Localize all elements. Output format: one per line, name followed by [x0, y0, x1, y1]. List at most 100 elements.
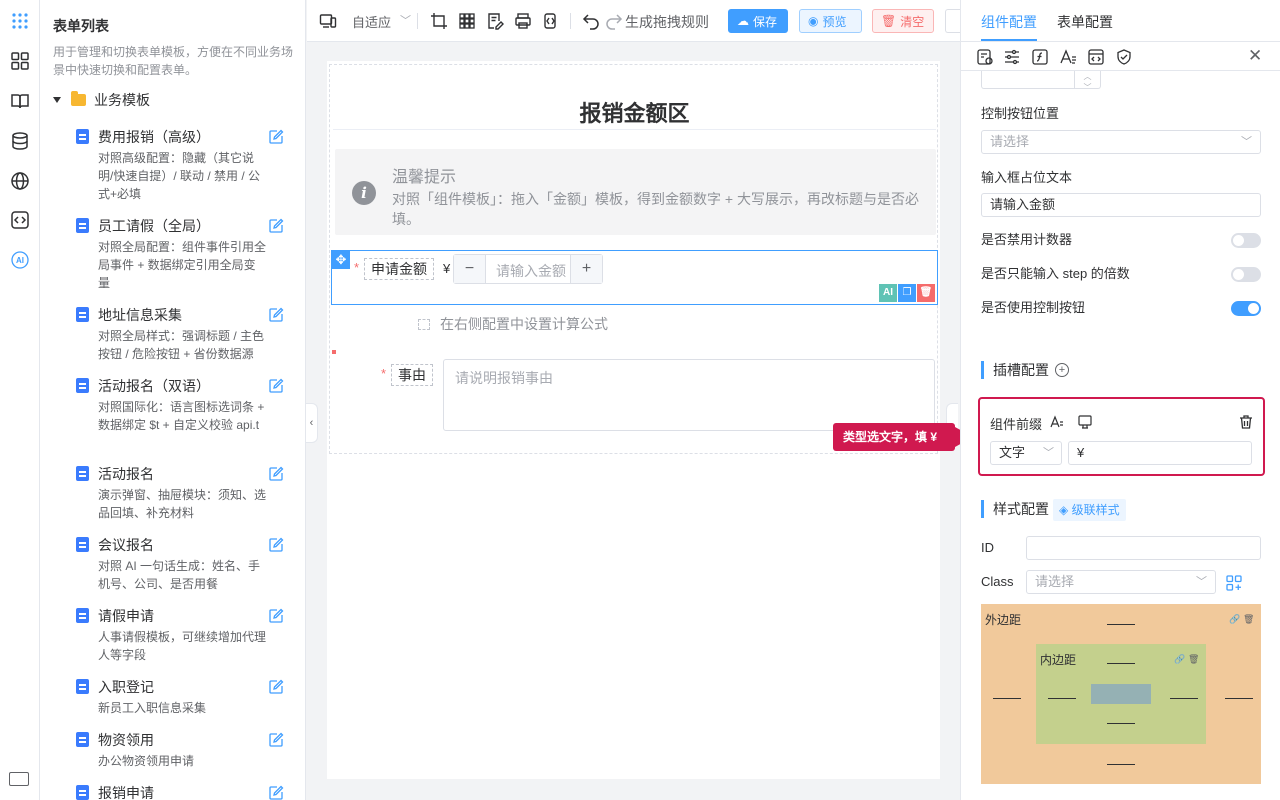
keyboard-icon[interactable]: [9, 772, 29, 786]
edit-icon[interactable]: [268, 732, 284, 748]
section-title-block[interactable]: 报销金额区: [333, 68, 936, 130]
link-icon[interactable]: 🔗: [1229, 614, 1240, 625]
disable-counter-switch[interactable]: [1231, 233, 1261, 248]
margin-top-input[interactable]: [1107, 624, 1135, 625]
document-icon: [76, 307, 89, 322]
class-manage-icon[interactable]: [1225, 574, 1243, 592]
increment-button[interactable]: +: [570, 255, 602, 283]
padding-bottom-input[interactable]: [1107, 723, 1135, 724]
delete-icon[interactable]: 🗑: [917, 284, 935, 302]
margin-bottom-input[interactable]: [1107, 764, 1135, 765]
edit-icon[interactable]: [268, 466, 284, 482]
add-slot-icon[interactable]: +: [1055, 363, 1069, 377]
book-icon[interactable]: [9, 90, 31, 112]
config-subtoolbar: ✕: [961, 43, 1280, 71]
tab-component-config[interactable]: 组件配置: [981, 12, 1037, 32]
edit-icon[interactable]: [268, 307, 284, 323]
icon-rail: AI: [0, 0, 40, 800]
form-canvas: 报销金额区 i 温馨提示 对照「组件模板」：拖入「金额」模板，得到金额数字 + …: [327, 61, 940, 779]
template-desc: 人事请假模板，可继续增加代理人等字段: [98, 630, 267, 662]
edit-icon[interactable]: [268, 218, 284, 234]
function-icon[interactable]: [1031, 48, 1049, 66]
disable-counter-label: 是否禁用计数器: [981, 232, 1073, 247]
padding-top-input[interactable]: [1107, 663, 1135, 664]
device-icon[interactable]: [319, 12, 337, 30]
drag-rule-button[interactable]: 生成拖拽规则: [625, 12, 709, 32]
trash-icon[interactable]: 🗑: [1243, 614, 1254, 625]
link-icon[interactable]: 🔗: [1174, 654, 1185, 665]
document-icon: [76, 129, 89, 144]
slot-value-input[interactable]: ¥: [1068, 441, 1252, 465]
grid-icon[interactable]: [458, 12, 476, 30]
config-panel: 组件配置 表单配置 ✕ ︿ ﹀ 控制按钮位置 请选择 ﹀ 输入框占位文本 请输入金额…: [960, 0, 1280, 800]
stepper-arrows-icon[interactable]: ︿ ﹀: [1074, 71, 1100, 92]
edit-icon[interactable]: [268, 129, 284, 145]
amount-input[interactable]: − 请输入金额 +: [453, 254, 603, 284]
components-icon[interactable]: [9, 50, 31, 72]
class-select[interactable]: 请选择 ﹀: [1026, 570, 1216, 594]
text-style-icon[interactable]: [1049, 414, 1065, 430]
cascade-style-button[interactable]: ◈ 级联样式: [1053, 499, 1126, 521]
step-only-switch[interactable]: [1231, 267, 1261, 282]
database-icon[interactable]: [9, 130, 31, 152]
panel-title: 表单列表: [53, 18, 109, 34]
margin-left-input[interactable]: [993, 698, 1021, 699]
trash-icon[interactable]: 🗑: [1188, 654, 1199, 665]
placeholder-input[interactable]: 请输入金额: [981, 193, 1261, 217]
edit-icon[interactable]: [268, 679, 284, 695]
redo-icon[interactable]: [605, 12, 623, 30]
preview-button[interactable]: ◉ 预览: [799, 9, 862, 33]
sliders-icon[interactable]: [1003, 48, 1021, 66]
delete-slot-icon[interactable]: [1238, 414, 1254, 430]
edit-icon[interactable]: [268, 785, 284, 800]
ai-icon[interactable]: AI: [9, 249, 31, 271]
globe-icon[interactable]: [9, 170, 31, 192]
edit-icon[interactable]: [268, 378, 284, 394]
crop-icon[interactable]: [430, 12, 448, 30]
json-icon[interactable]: [542, 12, 560, 30]
props-icon[interactable]: [976, 48, 994, 66]
edit-doc-icon[interactable]: [486, 12, 504, 30]
padding-left-input[interactable]: [1048, 698, 1076, 699]
group-business-templates[interactable]: 业务模板: [53, 90, 150, 110]
zoom-select[interactable]: 自适应 ﹀: [352, 12, 411, 31]
style-section-label: 样式配置: [993, 501, 1049, 517]
margin-label: 外边距: [985, 613, 1022, 627]
amount-field[interactable]: ✥ * 申请金额 ¥ − 请输入金额 + AI ❐ 🗑: [331, 250, 938, 305]
clear-button[interactable]: 🗑 清空: [872, 9, 934, 33]
decrement-button[interactable]: −: [454, 255, 486, 283]
tip-alert[interactable]: i 温馨提示 对照「组件模板」：拖入「金额」模板，得到金额数字 + 大写展示，再…: [335, 149, 936, 235]
placeholder-value: 请输入金额: [990, 197, 1056, 212]
code-icon[interactable]: [9, 209, 31, 231]
id-input[interactable]: [1026, 536, 1261, 560]
drag-move-icon[interactable]: ✥: [332, 251, 350, 269]
ai-edit-button[interactable]: AI: [879, 284, 897, 302]
close-icon[interactable]: ✕: [1248, 46, 1266, 65]
reason-textarea[interactable]: 请说明报销事由: [443, 359, 935, 431]
slot-component-icon[interactable]: [1077, 414, 1093, 430]
margin-right-input[interactable]: [1225, 698, 1253, 699]
shield-check-icon[interactable]: [1115, 48, 1133, 66]
use-control-switch[interactable]: [1231, 301, 1261, 316]
apps-grid-icon[interactable]: [9, 10, 31, 32]
number-stepper-partial[interactable]: ︿ ﹀: [981, 71, 1101, 92]
save-button[interactable]: ☁ 保存: [728, 9, 788, 33]
code-window-icon[interactable]: [1087, 48, 1105, 66]
control-position-label: 控制按钮位置: [981, 106, 1060, 121]
print-icon[interactable]: [514, 12, 532, 30]
config-tabs: 组件配置 表单配置: [961, 0, 1280, 42]
undo-icon[interactable]: [582, 12, 600, 30]
edit-icon[interactable]: [268, 608, 284, 624]
tab-form-config[interactable]: 表单配置: [1057, 12, 1113, 32]
slot-type-select[interactable]: 文字 ﹀: [990, 441, 1062, 465]
edit-icon[interactable]: [268, 537, 284, 553]
control-position-select[interactable]: 请选择 ﹀: [981, 130, 1261, 154]
slot-config-card: 组件前缀 文字 ﹀ ¥: [978, 397, 1265, 476]
padding-right-input[interactable]: [1170, 698, 1198, 699]
slot-value: ¥: [1077, 445, 1085, 460]
template-name: 员工请假（全局）: [98, 218, 210, 234]
collapse-left-handle[interactable]: ‹: [306, 403, 318, 443]
text-style-icon[interactable]: [1059, 48, 1077, 66]
copy-icon[interactable]: ❐: [898, 284, 916, 302]
padding-box: 内边距 🔗 🗑: [1036, 644, 1206, 744]
